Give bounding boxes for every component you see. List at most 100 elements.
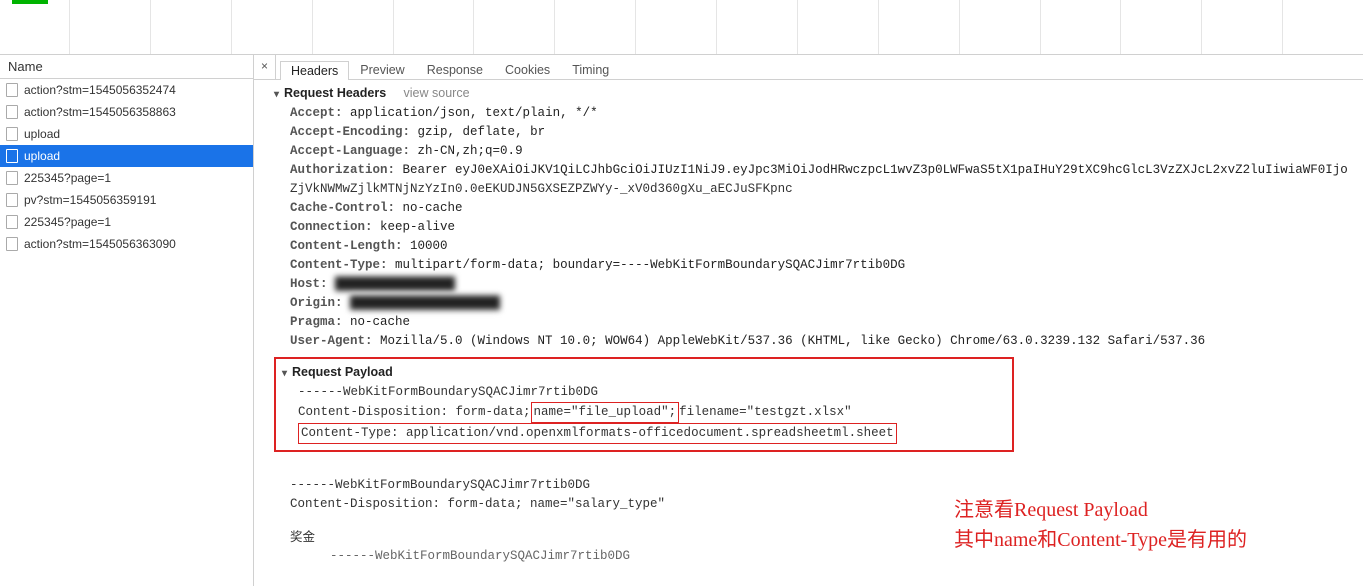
request-label: action?stm=1545056352474 [24,81,176,99]
blank-cell [1121,0,1202,54]
blank-cell [555,0,636,54]
header-row: Connection: keep-alive [290,218,1359,237]
request-payload-title[interactable]: Request Payload [282,365,393,379]
blank-cell [70,0,151,54]
header-row: User-Agent: Mozilla/5.0 (Windows NT 10.0… [290,332,1359,351]
header-key: User-Agent: [290,334,373,348]
annotation-text: 注意看Request Payload 其中name和Content-Type是有… [954,495,1247,555]
header-value: multipart/form-data; boundary=----WebKit… [395,258,905,272]
header-value: Bearer eyJ0eXAiOiJKV1QiLCJhbGciOiJIUzI1N… [403,163,1348,177]
header-row: Cache-Control: no-cache [290,199,1359,218]
request-label: action?stm=1545056358863 [24,103,176,121]
header-key: Content-Length: [290,239,403,253]
request-row[interactable]: action?stm=1545056358863 [0,101,253,123]
request-row[interactable]: pv?stm=1545056359191 [0,189,253,211]
request-row[interactable]: upload [0,145,253,167]
view-source-link[interactable]: view source [404,86,470,100]
header-key: Cache-Control: [290,201,395,215]
network-requests-panel: Name action?stm=1545056352474 action?stm=… [0,55,254,586]
request-headers-title[interactable]: Request Headers [274,86,386,100]
header-value: 10000 [410,239,448,253]
header-key: Content-Type: [290,258,388,272]
header-row: Content-Length: 10000 [290,237,1359,256]
request-label: 225345?page=1 [24,213,111,231]
header-row: Pragma: no-cache [290,313,1359,332]
close-details-button[interactable]: × [254,55,276,79]
payload-boundary: ------WebKitFormBoundarySQACJimr7rtib0DG [298,383,1006,402]
header-key: Pragma: [290,315,343,329]
request-label: upload [24,147,60,165]
blank-cell [151,0,232,54]
highlight-name-param: name="file_upload"; [531,402,680,423]
highlight-annotation-box: Request Payload ------WebKitFormBoundary… [274,357,1014,452]
header-key: Host: [290,277,328,291]
document-icon [6,193,18,207]
header-row: Accept: application/json, text/plain, */… [290,104,1359,123]
header-key: Accept: [290,106,343,120]
header-row: Authorization: Bearer eyJ0eXAiOiJKV1QiLC… [290,161,1359,180]
tab-cookies[interactable]: Cookies [494,60,561,79]
document-icon [6,105,18,119]
header-value-cont: ZjVkNWMwZjlkMTNjNzYzIn0.0eEKUDJN5GXSEZPZ… [290,180,1359,199]
payload-boundary: ------WebKitFormBoundarySQACJimr7rtib0DG [290,476,1359,495]
header-key: Accept-Language: [290,144,410,158]
blank-cell [0,0,70,54]
blank-cell [717,0,798,54]
request-headers-section: Request Headers view source [274,84,1359,104]
document-icon [6,127,18,141]
header-value: keep-alive [380,220,455,234]
header-value: ████████████████ [335,275,455,294]
header-row: Origin: ████████████████████ [290,294,1359,313]
document-icon [6,237,18,251]
blank-cell [1202,0,1283,54]
blank-cell [798,0,879,54]
tab-response[interactable]: Response [416,60,494,79]
payload-content-disposition: Content-Disposition: form-data; name="fi… [298,402,1006,423]
blank-cell [474,0,555,54]
details-content[interactable]: Request Headers view source Accept: appl… [254,80,1363,586]
tab-preview[interactable]: Preview [349,60,415,79]
document-icon [6,215,18,229]
blank-cell [394,0,475,54]
header-value: zh-CN,zh;q=0.9 [418,144,523,158]
blank-cell [232,0,313,54]
blank-cell [1041,0,1122,54]
request-details-panel: × HeadersPreviewResponseCookiesTiming Re… [254,55,1363,586]
active-indicator [12,0,48,4]
request-label: action?stm=1545056363090 [24,235,176,253]
request-row[interactable]: 225345?page=1 [0,211,253,233]
header-row: Content-Type: multipart/form-data; bound… [290,256,1359,275]
header-value: application/json, text/plain, */* [350,106,598,120]
request-label: 225345?page=1 [24,169,111,187]
name-column-header[interactable]: Name [0,55,253,79]
header-value: no-cache [350,315,410,329]
header-key: Origin: [290,296,343,310]
document-icon [6,83,18,97]
header-row: Host: ████████████████ [290,275,1359,294]
request-row[interactable]: upload [0,123,253,145]
header-value: ████████████████████ [350,294,500,313]
request-row[interactable]: action?stm=1545056363090 [0,233,253,255]
request-row[interactable]: action?stm=1545056352474 [0,79,253,101]
blank-cell [960,0,1041,54]
header-key: Connection: [290,220,373,234]
blank-cell [636,0,717,54]
request-row[interactable]: 225345?page=1 [0,167,253,189]
header-value: gzip, deflate, br [418,125,546,139]
header-row: Accept-Language: zh-CN,zh;q=0.9 [290,142,1359,161]
highlight-content-type: Content-Type: application/vnd.openxmlfor… [298,423,897,444]
tab-headers[interactable]: Headers [280,61,349,80]
request-label: upload [24,125,60,143]
spreadsheet-tabs-row [0,0,1363,55]
header-row: Accept-Encoding: gzip, deflate, br [290,123,1359,142]
tab-timing[interactable]: Timing [561,60,620,79]
document-icon [6,171,18,185]
request-label: pv?stm=1545056359191 [24,191,156,209]
details-tabs: HeadersPreviewResponseCookiesTiming [276,55,620,79]
blank-cell [1283,0,1363,54]
header-key: Authorization: [290,163,395,177]
blank-cell [313,0,394,54]
header-key: Accept-Encoding: [290,125,410,139]
header-value: no-cache [403,201,463,215]
blank-cell [879,0,960,54]
